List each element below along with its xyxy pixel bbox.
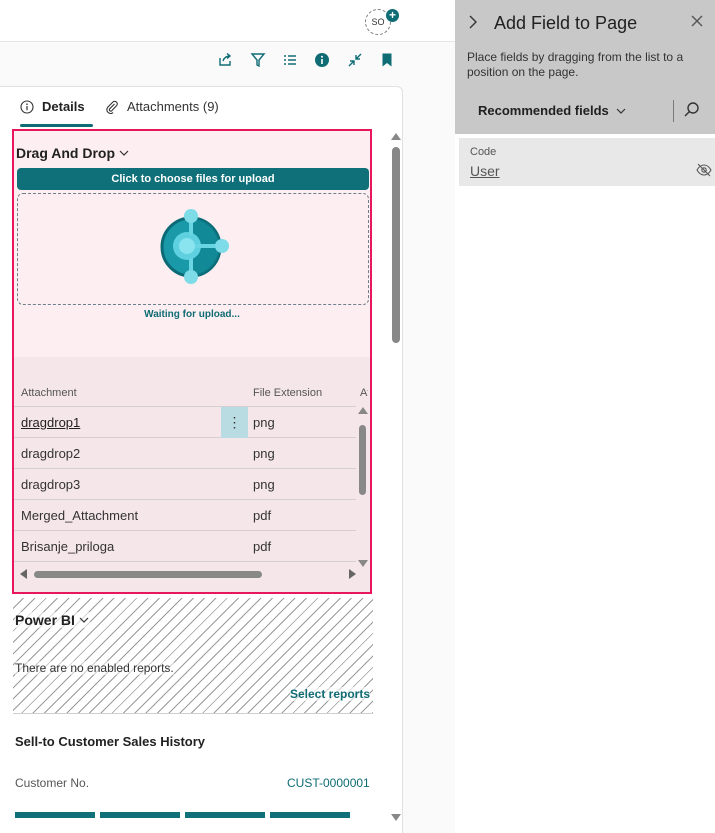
- bookmark-icon[interactable]: [377, 50, 397, 70]
- chevron-right-icon[interactable]: [467, 14, 479, 35]
- file-extension: png: [253, 477, 275, 492]
- share-icon[interactable]: [215, 50, 235, 70]
- column-header-file-extension[interactable]: File Extension: [253, 387, 322, 399]
- upload-status: Waiting for upload...: [144, 309, 240, 320]
- drag-drop-panel: Drag And Drop Click to choose files for …: [12, 129, 372, 594]
- close-icon[interactable]: [690, 12, 704, 33]
- chevron-down-icon: [119, 150, 129, 156]
- field-item[interactable]: Code User: [459, 138, 715, 186]
- upload-files-button[interactable]: Click to choose files for upload: [17, 168, 369, 190]
- tab-details[interactable]: Details: [20, 99, 85, 114]
- chevron-down-icon: [79, 617, 89, 623]
- grid-vertical-scrollbar[interactable]: [356, 407, 370, 567]
- attachments-grid: Attachment File Extension At dragdrop1 ⋮…: [14, 357, 370, 592]
- tab-attachments[interactable]: Attachments (9): [105, 99, 219, 114]
- attachment-name[interactable]: dragdrop3: [21, 477, 80, 492]
- info-outline-icon: [20, 99, 34, 114]
- cue-tile[interactable]: [185, 812, 265, 818]
- attachment-name[interactable]: Brisanje_priloga: [21, 539, 114, 554]
- attachment-name-link[interactable]: dragdrop1: [21, 415, 80, 430]
- file-drop-zone[interactable]: [17, 193, 369, 305]
- sales-history-title: Sell-to Customer Sales History: [15, 734, 205, 749]
- active-tab-indicator: [20, 124, 93, 127]
- column-header-truncated[interactable]: At: [360, 387, 368, 399]
- file-extension: png: [253, 415, 275, 430]
- select-reports-link[interactable]: Select reports: [289, 687, 370, 701]
- cue-tile[interactable]: [15, 812, 95, 818]
- table-row[interactable]: dragdrop3 png: [14, 469, 356, 500]
- file-extension: pdf: [253, 539, 272, 554]
- table-row[interactable]: dragdrop2 png: [14, 438, 356, 469]
- add-field-header: Add Field to Page Place fields by draggi…: [455, 0, 715, 134]
- customer-no-value[interactable]: CUST-0000001: [287, 776, 370, 790]
- list-icon[interactable]: [280, 50, 300, 70]
- power-bi-title-label: Power BI: [15, 612, 75, 628]
- action-toolbar: [0, 43, 455, 77]
- scroll-right-icon[interactable]: [349, 569, 356, 579]
- tab-attachments-label: Attachments (9): [127, 99, 219, 114]
- panel-title: Add Field to Page: [494, 13, 638, 33]
- table-row[interactable]: Brisanje_priloga pdf: [14, 531, 356, 562]
- factbox-scrollbar[interactable]: [389, 131, 403, 821]
- grid-header: Attachment File Extension At: [14, 381, 368, 407]
- info-icon[interactable]: [312, 50, 332, 70]
- scroll-down-icon[interactable]: [358, 560, 368, 567]
- scrollbar-thumb[interactable]: [392, 147, 400, 343]
- scroll-up-icon[interactable]: [358, 407, 368, 414]
- scroll-up-icon[interactable]: [391, 133, 401, 140]
- table-row[interactable]: Merged_Attachment pdf: [14, 500, 356, 531]
- field-filter-dropdown[interactable]: Recommended fields: [478, 103, 627, 118]
- avatar-add-badge: +: [386, 9, 399, 22]
- attachment-name[interactable]: dragdrop2: [21, 446, 80, 461]
- add-field-panel: Add Field to Page Place fields by draggi…: [455, 0, 715, 833]
- scroll-down-icon[interactable]: [391, 814, 401, 821]
- page-area: SO + Details Attachments (9) Drag And Dr…: [0, 0, 455, 833]
- business-central-logo: [160, 209, 229, 284]
- search-icon[interactable]: [683, 101, 701, 122]
- eye-hidden-icon[interactable]: [696, 163, 712, 180]
- table-row[interactable]: dragdrop1 ⋮ png: [14, 407, 356, 438]
- drag-drop-title[interactable]: Drag And Drop: [16, 145, 130, 161]
- file-extension: pdf: [253, 508, 272, 523]
- cue-tile[interactable]: [270, 812, 350, 818]
- paperclip-icon: [106, 100, 118, 114]
- file-extension: png: [253, 446, 275, 461]
- scrollbar-thumb[interactable]: [34, 571, 262, 578]
- scrollbar-thumb[interactable]: [359, 425, 366, 495]
- attachment-name[interactable]: Merged_Attachment: [21, 508, 138, 523]
- tab-details-label: Details: [42, 99, 85, 114]
- factbox-tabs: Details Attachments (9): [0, 87, 403, 127]
- grid-horizontal-scrollbar[interactable]: [18, 567, 356, 581]
- cue-tile[interactable]: [100, 812, 180, 818]
- row-menu-button[interactable]: ⋮: [221, 407, 248, 438]
- field-item-value[interactable]: User: [470, 163, 500, 179]
- power-bi-empty-text: There are no enabled reports.: [15, 661, 174, 675]
- filter-icon[interactable]: [248, 50, 268, 70]
- top-bar: SO +: [0, 0, 455, 42]
- scroll-left-icon[interactable]: [20, 569, 27, 579]
- collapse-icon[interactable]: [345, 50, 365, 70]
- chevron-down-icon: [616, 108, 626, 114]
- column-header-attachment[interactable]: Attachment: [21, 387, 77, 399]
- drag-drop-title-label: Drag And Drop: [16, 145, 116, 161]
- customer-no-label: Customer No.: [15, 776, 90, 790]
- panel-description: Place fields by dragging from the list t…: [467, 50, 684, 79]
- dropdown-label: Recommended fields: [478, 103, 609, 118]
- divider: [673, 100, 674, 122]
- power-bi-title[interactable]: Power BI: [15, 612, 90, 628]
- field-item-label: Code: [470, 146, 497, 158]
- power-bi-part: Power BI There are no enabled reports. S…: [13, 598, 373, 714]
